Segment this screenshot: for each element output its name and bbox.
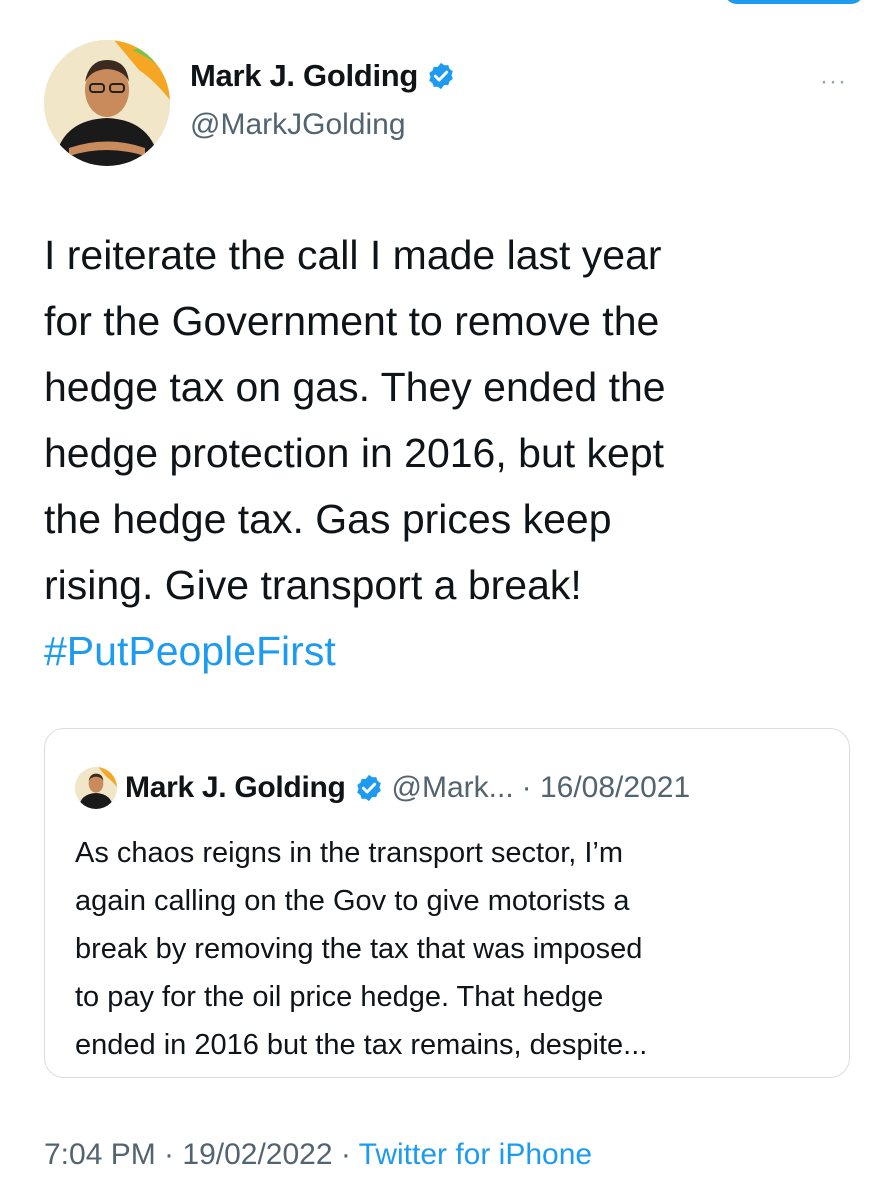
- verified-badge-icon: [426, 61, 456, 91]
- quoted-author-name: Mark J. Golding: [125, 771, 346, 804]
- author-handle[interactable]: @MarkJGolding: [190, 108, 406, 142]
- tweet-line: rising. Give transport a break!: [44, 562, 582, 608]
- tweet-line: hedge tax on gas. They ended the: [44, 364, 666, 410]
- quoted-tweet-line: to pay for the oil price hedge. That hed…: [75, 981, 604, 1013]
- quoted-tweet-line: As chaos reigns in the transport sector,…: [75, 837, 624, 869]
- tweet-line: the hedge tax. Gas prices keep: [44, 496, 612, 542]
- tweet-text: I reiterate the call I made last year fo…: [44, 222, 844, 684]
- author-name-row[interactable]: Mark J. Golding: [190, 58, 456, 94]
- quoted-tweet-card[interactable]: Mark J. Golding @Mark... · 16/08/2021 As…: [44, 728, 850, 1078]
- tweet-line: for the Government to remove the: [44, 298, 660, 344]
- quoted-tweet-text: As chaos reigns in the transport sector,…: [75, 829, 835, 1069]
- top-action-button[interactable]: [724, 0, 864, 4]
- quoted-tweet-line: break by removing the tax that was impos…: [75, 933, 643, 965]
- more-options-icon[interactable]: ···: [820, 68, 847, 96]
- verified-badge-icon: [354, 773, 384, 803]
- hashtag-link[interactable]: #PutPeopleFirst: [44, 618, 844, 684]
- tweet-source-link[interactable]: Twitter for iPhone: [359, 1138, 592, 1171]
- tweet-line: I reiterate the call I made last year: [44, 232, 662, 278]
- quoted-author-avatar: [75, 767, 117, 809]
- quoted-tweet-date: · 16/08/2021: [521, 771, 691, 804]
- tweet-line: hedge protection in 2016, but kept: [44, 430, 665, 476]
- tweet-timestamp[interactable]: 7:04 PM · 19/02/2022 ·: [44, 1138, 351, 1171]
- author-name[interactable]: Mark J. Golding: [190, 58, 418, 94]
- tweet-meta: 7:04 PM · 19/02/2022 · Twitter for iPhon…: [44, 1138, 592, 1172]
- quoted-tweet-line: ended in 2016 but the tax remains, despi…: [75, 1029, 648, 1061]
- quoted-tweet-line: again calling on the Gov to give motoris…: [75, 885, 630, 917]
- author-avatar[interactable]: [44, 40, 170, 166]
- quoted-tweet-header: Mark J. Golding @Mark... · 16/08/2021: [75, 767, 690, 809]
- quoted-author-handle: @Mark...: [391, 771, 514, 804]
